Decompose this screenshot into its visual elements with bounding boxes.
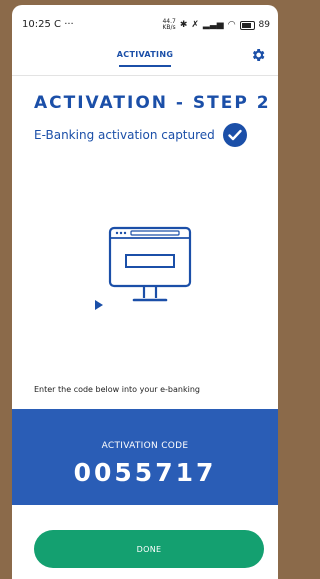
data-speed: 44.7 KB/s <box>162 18 176 31</box>
tab-active-indicator <box>119 65 171 67</box>
clock: 10:25 <box>22 19 51 30</box>
tab-activating[interactable]: ACTIVATING <box>12 50 278 59</box>
activation-code-value[interactable]: 0055717 <box>12 458 278 487</box>
battery-percent: 89 <box>258 20 270 30</box>
gear-icon[interactable] <box>250 47 266 63</box>
phone-screen: 10:25 C ··· 44.7 KB/s ✱ ✗ ▂▃▅ ◠ 89 ACTIV… <box>12 5 278 579</box>
cursor-icon <box>95 300 103 310</box>
bluetooth-icon: ✱ <box>179 20 188 30</box>
computer-monitor-icon <box>108 226 192 302</box>
wifi-icon: ◠ <box>227 20 236 30</box>
battery-icon <box>239 20 255 30</box>
done-button[interactable]: DONE <box>34 530 264 568</box>
status-bar: 10:25 C ··· 44.7 KB/s ✱ ✗ ▂▃▅ ◠ 89 <box>12 5 278 35</box>
page-title: ACTIVATION - STEP 2 <box>34 93 271 113</box>
signal-icon: ▂▃▅ <box>202 20 224 30</box>
activation-code-panel: ACTIVATION CODE 0055717 <box>12 409 278 505</box>
check-circle-icon <box>222 123 247 147</box>
instruction-text: Enter the code below into your e-banking <box>34 385 200 394</box>
activation-code-label: ACTIVATION CODE <box>101 441 189 451</box>
activation-status: E-Banking activation captured <box>34 123 247 147</box>
activation-status-text: E-Banking activation captured <box>34 128 215 142</box>
vibrate-off-icon: ✗ <box>191 20 199 30</box>
top-bar: ACTIVATING <box>12 41 278 76</box>
status-indicators: 44.7 KB/s ✱ ✗ ▂▃▅ ◠ 89 <box>162 19 270 31</box>
status-time: 10:25 C ··· <box>22 19 74 30</box>
sync-icon: C <box>54 19 61 30</box>
more-notifications-icon: ··· <box>64 19 74 30</box>
